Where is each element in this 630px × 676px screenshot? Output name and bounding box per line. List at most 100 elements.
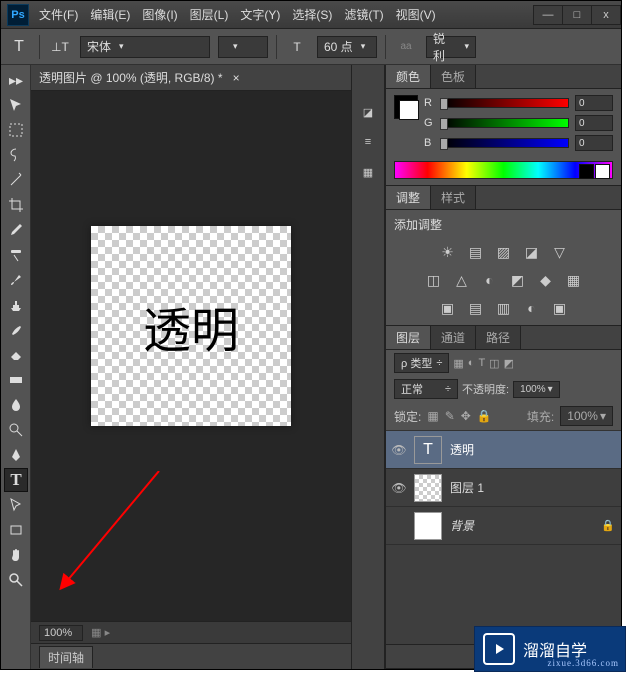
- magic-wand-tool[interactable]: [4, 168, 28, 192]
- menu-layer[interactable]: 图层(L): [186, 4, 233, 25]
- eyedropper-tool[interactable]: [4, 218, 28, 242]
- adj-photofilter-icon[interactable]: ◩: [507, 269, 529, 291]
- adj-channelmix-icon[interactable]: ◆: [535, 269, 557, 291]
- close-button[interactable]: x: [591, 5, 621, 25]
- font-family-dropdown[interactable]: 宋体 ▾: [80, 36, 210, 58]
- lock-transparency-icon[interactable]: ▦: [427, 409, 438, 423]
- adj-vibrance-icon[interactable]: ▽: [549, 241, 571, 263]
- adj-curves-icon[interactable]: ▨: [493, 241, 515, 263]
- filter-shape-icon[interactable]: ◫: [489, 357, 499, 370]
- dodge-tool[interactable]: [4, 418, 28, 442]
- fill-value[interactable]: 100%▾: [560, 406, 613, 426]
- adj-invert-icon[interactable]: ▣: [437, 297, 459, 319]
- font-style-dropdown[interactable]: ▾: [218, 36, 268, 58]
- tab-color[interactable]: 颜色: [386, 65, 431, 88]
- adj-posterize-icon[interactable]: ▤: [465, 297, 487, 319]
- layer-item-text[interactable]: 👁 T 透明: [386, 431, 621, 469]
- menu-type[interactable]: 文字(Y): [236, 4, 284, 25]
- tab-channels[interactable]: 通道: [431, 326, 476, 349]
- hand-tool[interactable]: [4, 543, 28, 567]
- gradient-tool[interactable]: [4, 368, 28, 392]
- menu-select[interactable]: 选择(S): [288, 4, 336, 25]
- layer-kind-filter[interactable]: ρ 类型÷: [394, 353, 449, 373]
- lock-all-icon[interactable]: 🔒: [477, 409, 492, 423]
- menu-edit[interactable]: 编辑(E): [86, 4, 134, 25]
- crop-tool[interactable]: [4, 193, 28, 217]
- type-tool[interactable]: T: [4, 468, 28, 492]
- canvas-text-layer[interactable]: 透明: [143, 291, 239, 361]
- text-orientation-icon[interactable]: ⊥T: [48, 35, 72, 59]
- adj-levels-icon[interactable]: ▤: [465, 241, 487, 263]
- eraser-tool[interactable]: [4, 343, 28, 367]
- b-value[interactable]: [575, 135, 613, 151]
- g-value[interactable]: [575, 115, 613, 131]
- layer-name[interactable]: 背景: [450, 517, 474, 534]
- adj-brightness-icon[interactable]: ☀: [437, 241, 459, 263]
- filter-pixel-icon[interactable]: ▦: [453, 357, 463, 370]
- foreground-background-swatch[interactable]: [394, 95, 418, 119]
- tab-close-icon[interactable]: ×: [233, 71, 240, 85]
- menu-filter[interactable]: 滤镜(T): [340, 4, 387, 25]
- layer-name[interactable]: 透明: [450, 441, 474, 458]
- zoom-level[interactable]: 100%: [39, 625, 83, 641]
- adj-threshold-icon[interactable]: ▥: [493, 297, 515, 319]
- adj-bw-icon[interactable]: ◐: [479, 269, 501, 291]
- menu-view[interactable]: 视图(V): [392, 4, 440, 25]
- menu-file[interactable]: 文件(F): [35, 4, 82, 25]
- adj-exposure-icon[interactable]: ◪: [521, 241, 543, 263]
- pen-tool[interactable]: [4, 443, 28, 467]
- blur-tool[interactable]: [4, 393, 28, 417]
- g-slider[interactable]: [442, 118, 569, 128]
- tool-preset-icon[interactable]: T: [7, 35, 31, 59]
- antialiasing-dropdown[interactable]: 锐利 ▾: [426, 36, 476, 58]
- visibility-icon[interactable]: 👁: [392, 481, 406, 495]
- layer-thumbnail[interactable]: [414, 512, 442, 540]
- lock-position-icon[interactable]: ✥: [461, 409, 471, 423]
- r-value[interactable]: [575, 95, 613, 111]
- document-tab[interactable]: 透明图片 @ 100% (透明, RGB/8) * ×: [31, 65, 351, 91]
- zoom-tool[interactable]: [4, 568, 28, 592]
- tab-adjustments[interactable]: 调整: [386, 186, 431, 209]
- filter-type-icon[interactable]: T: [478, 357, 485, 369]
- filter-smart-icon[interactable]: ◩: [504, 357, 514, 370]
- r-slider[interactable]: [442, 98, 569, 108]
- blend-mode-dropdown[interactable]: 正常÷: [394, 379, 458, 399]
- adj-selective-icon[interactable]: ▣: [549, 297, 571, 319]
- history-brush-tool[interactable]: [4, 318, 28, 342]
- rectangle-tool[interactable]: [4, 518, 28, 542]
- move-tool[interactable]: [4, 93, 28, 117]
- canvas[interactable]: 透明: [91, 226, 291, 426]
- marquee-tool[interactable]: [4, 118, 28, 142]
- dock-icon-1[interactable]: ◪: [355, 99, 381, 125]
- menu-image[interactable]: 图像(I): [138, 4, 181, 25]
- tab-swatches[interactable]: 色板: [431, 65, 476, 88]
- lock-paint-icon[interactable]: ✎: [445, 409, 455, 423]
- canvas-viewport[interactable]: 透明: [31, 91, 351, 621]
- visibility-icon[interactable]: [392, 519, 406, 533]
- path-selection-tool[interactable]: [4, 493, 28, 517]
- dock-icon-2[interactable]: ≡: [355, 129, 381, 155]
- adj-colorbalance-icon[interactable]: △: [451, 269, 473, 291]
- flyout-toggle[interactable]: ▸▸: [4, 68, 28, 92]
- adj-colorlookup-icon[interactable]: ▦: [563, 269, 585, 291]
- b-slider[interactable]: [442, 138, 569, 148]
- layer-item-background[interactable]: 背景 🔒: [386, 507, 621, 545]
- maximize-button[interactable]: □: [562, 5, 592, 25]
- font-size-dropdown[interactable]: 60 点 ▾: [317, 36, 377, 58]
- layer-name[interactable]: 图层 1: [450, 479, 484, 496]
- adj-hue-icon[interactable]: ◫: [423, 269, 445, 291]
- tab-layers[interactable]: 图层: [386, 326, 431, 349]
- brush-tool[interactable]: [4, 268, 28, 292]
- doc-info-icon[interactable]: ▦ ▸: [91, 626, 110, 639]
- layer-item-1[interactable]: 👁 图层 1: [386, 469, 621, 507]
- layer-thumbnail[interactable]: [414, 474, 442, 502]
- lasso-tool[interactable]: [4, 143, 28, 167]
- tab-paths[interactable]: 路径: [476, 326, 521, 349]
- timeline-tab[interactable]: 时间轴: [39, 646, 93, 668]
- adj-gradientmap-icon[interactable]: ◐: [521, 297, 543, 319]
- opacity-value[interactable]: 100%▾: [513, 381, 560, 398]
- visibility-icon[interactable]: 👁: [392, 443, 406, 457]
- filter-adjust-icon[interactable]: ◐: [468, 357, 475, 369]
- color-spectrum[interactable]: [394, 161, 613, 179]
- minimize-button[interactable]: —: [533, 5, 563, 25]
